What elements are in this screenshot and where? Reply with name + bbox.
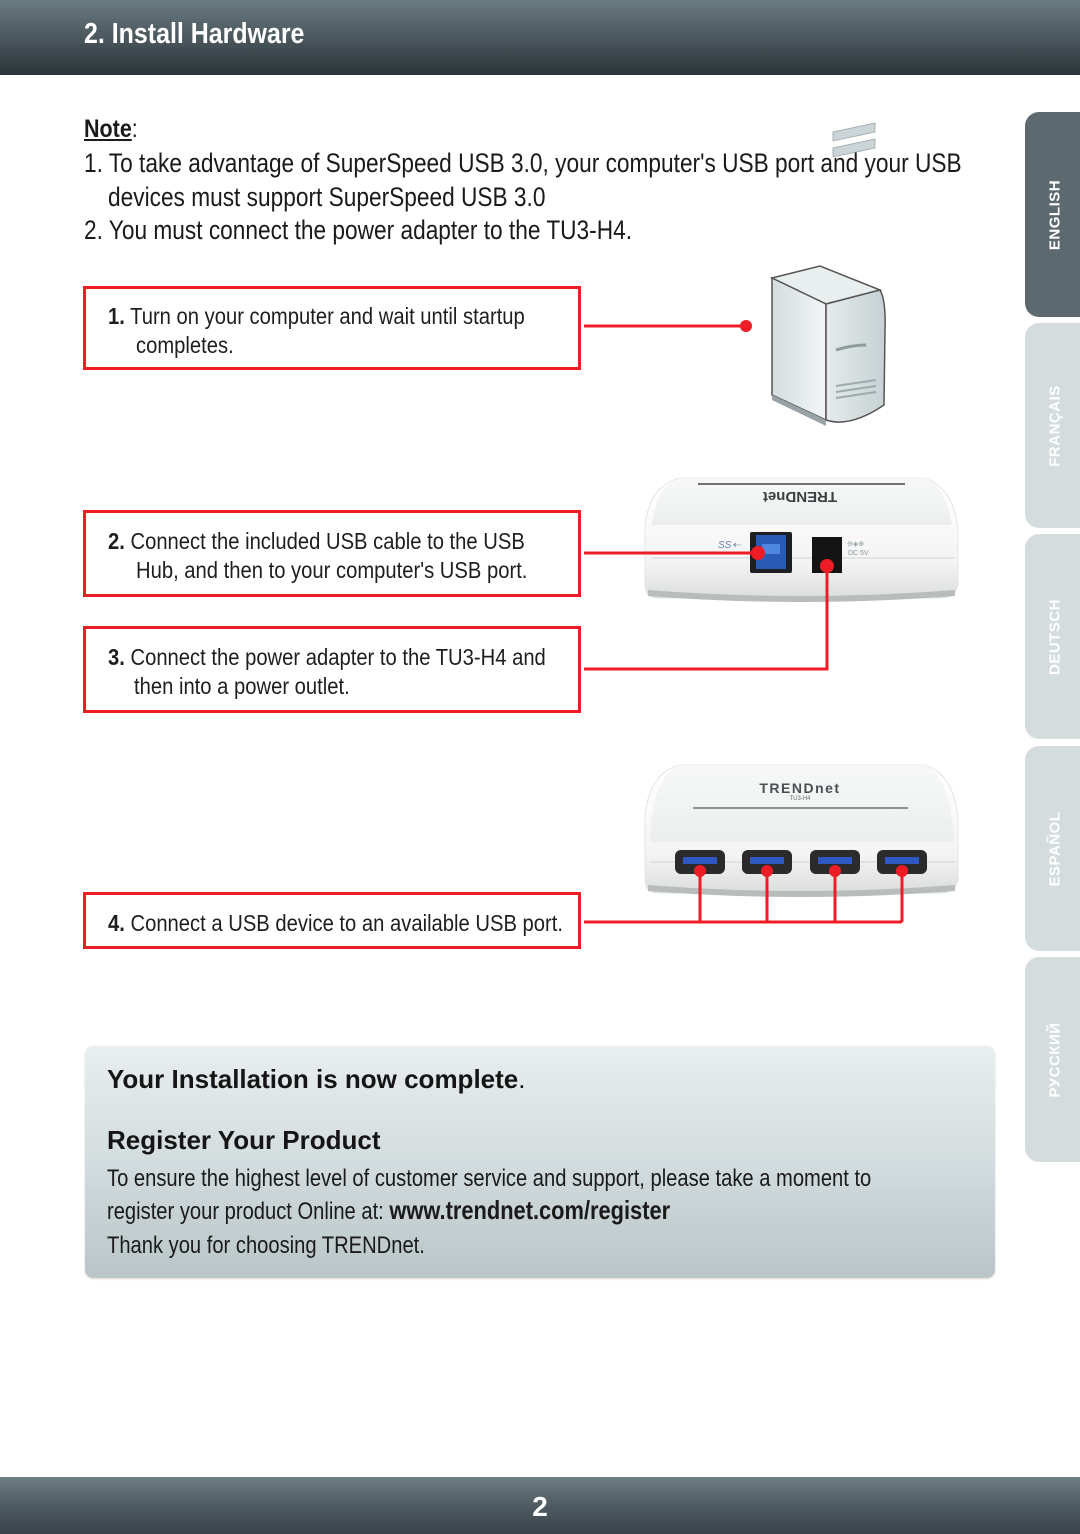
connector-dot-computer [740,320,752,332]
dc-power-jack-icon [812,537,842,573]
usb-trident-icon: ⇠ [733,540,741,551]
step-1-number: 1. [108,303,125,329]
note-colon: : [131,115,138,143]
lang-tab-english-label: ENGLISH [1046,179,1064,250]
note-heading: Note: [84,114,138,144]
lang-tab-russian-label: РУССКИЙ [1046,1021,1064,1098]
usb-a-port-4-icon [877,850,927,874]
step-box-3: 3. Connect the power adapter to the TU3-… [83,626,581,713]
hub-back-brand: TRENDnet [763,488,837,505]
step-2-line-1: 2. Connect the included USB cable to the… [108,527,525,556]
hub-front-model: TU3-H4 [789,796,811,802]
register-title: Register Your Product [107,1125,381,1155]
page-header: 2. Install Hardware [0,0,1080,75]
step-4-line-1: 4. Connect a USB device to an available … [108,909,563,938]
note-line-2: 2. You must connect the power adapter to… [84,215,633,245]
step-4-number: 4. [108,910,125,936]
register-text-line-1: To ensure the highest level of customer … [107,1165,872,1192]
completion-title: Your Installation is now complete. [107,1064,525,1095]
step-box-4: 4. Connect a USB device to an available … [83,892,581,949]
connector-dot-power [820,559,834,573]
register-url-link[interactable]: www.trendnet.com/register [389,1195,670,1225]
page-number: 2 [532,1491,548,1522]
step-3-text: Connect the power adapter to the TU3-H4 … [130,644,546,670]
step-1-text: Turn on your computer and wait until sta… [130,303,525,329]
step-1-line-1: 1. Turn on your computer and wait until … [108,302,525,331]
note-label: Note [84,115,132,143]
step-1-line-2: completes. [136,332,234,358]
connector-dot-port-3 [829,865,841,877]
lang-tab-deutsch[interactable]: DEUTSCH [1025,534,1080,739]
register-text-line-2: register your product Online at: www.tre… [107,1195,670,1226]
lang-tab-espanol-label: ESPAÑOL [1046,811,1064,886]
usb-b-port-icon [750,532,792,573]
connector-dot-port-4 [896,865,908,877]
polarity-icon: ⊖◈⊕ [847,541,864,548]
connector-dot-port-2 [761,865,773,877]
lang-tab-francais-label: FRANÇAIS [1046,384,1064,467]
note-line-1-cont: devices must support SuperSpeed USB 3.0 [108,182,546,212]
register-prefix: register your product Online at: [107,1198,390,1225]
completion-title-text: Your Installation is now complete [107,1064,519,1094]
step-4-text: Connect a USB device to an available USB… [130,910,563,936]
completion-panel: Your Installation is now complete. Regis… [85,1046,995,1278]
note-block: Note: 1. To take advantage of SuperSpeed… [84,114,1004,245]
usb-hub-front-icon: TRENDnet TU3-H4 [644,764,959,897]
lang-tab-english[interactable]: ENGLISH [1025,112,1080,317]
lang-tab-francais[interactable]: FRANÇAIS [1025,323,1080,528]
thanks-text: Thank you for choosing TRENDnet. [107,1232,425,1259]
lang-tab-russian[interactable]: РУССКИЙ [1025,957,1080,1162]
hub-front-brand: TRENDnet [759,780,840,796]
lang-tab-deutsch-label: DEUTSCH [1046,598,1064,675]
step-2-text: Connect the included USB cable to the US… [130,528,525,554]
step-2-number: 2. [108,528,125,554]
step-3-line-2: then into a power outlet. [134,673,350,699]
note-line-1: 1. To take advantage of SuperSpeed USB 3… [84,148,962,178]
connector-dot-port-1 [694,865,706,877]
usb-a-port-1-icon [675,850,725,874]
step-2-line-2: Hub, and then to your computer's USB por… [136,557,528,583]
usb-a-port-3-icon [810,850,860,874]
step-box-1: 1. Turn on your computer and wait until … [83,286,581,370]
usb-hub-back-icon: TRENDnet SS ⇠ ⊖◈⊕ DC 5V [644,477,959,602]
usb-a-port-2-icon [742,850,792,874]
completion-title-period: . [518,1064,526,1094]
page-footer: 2 [0,1477,1080,1534]
connector-line-step-3 [584,566,829,671]
dc-label: DC 5V [848,550,869,557]
connector-dot-usb-b [751,546,765,560]
step-3-number: 3. [108,644,125,670]
lang-tab-espanol[interactable]: ESPAÑOL [1025,746,1080,951]
hub-usb-ss-label: SS [718,540,732,551]
step-box-2: 2. Connect the included USB cable to the… [83,510,581,597]
section-title: 2. Install Hardware [84,18,305,50]
step-3-line-1: 3. Connect the power adapter to the TU3-… [108,643,546,672]
